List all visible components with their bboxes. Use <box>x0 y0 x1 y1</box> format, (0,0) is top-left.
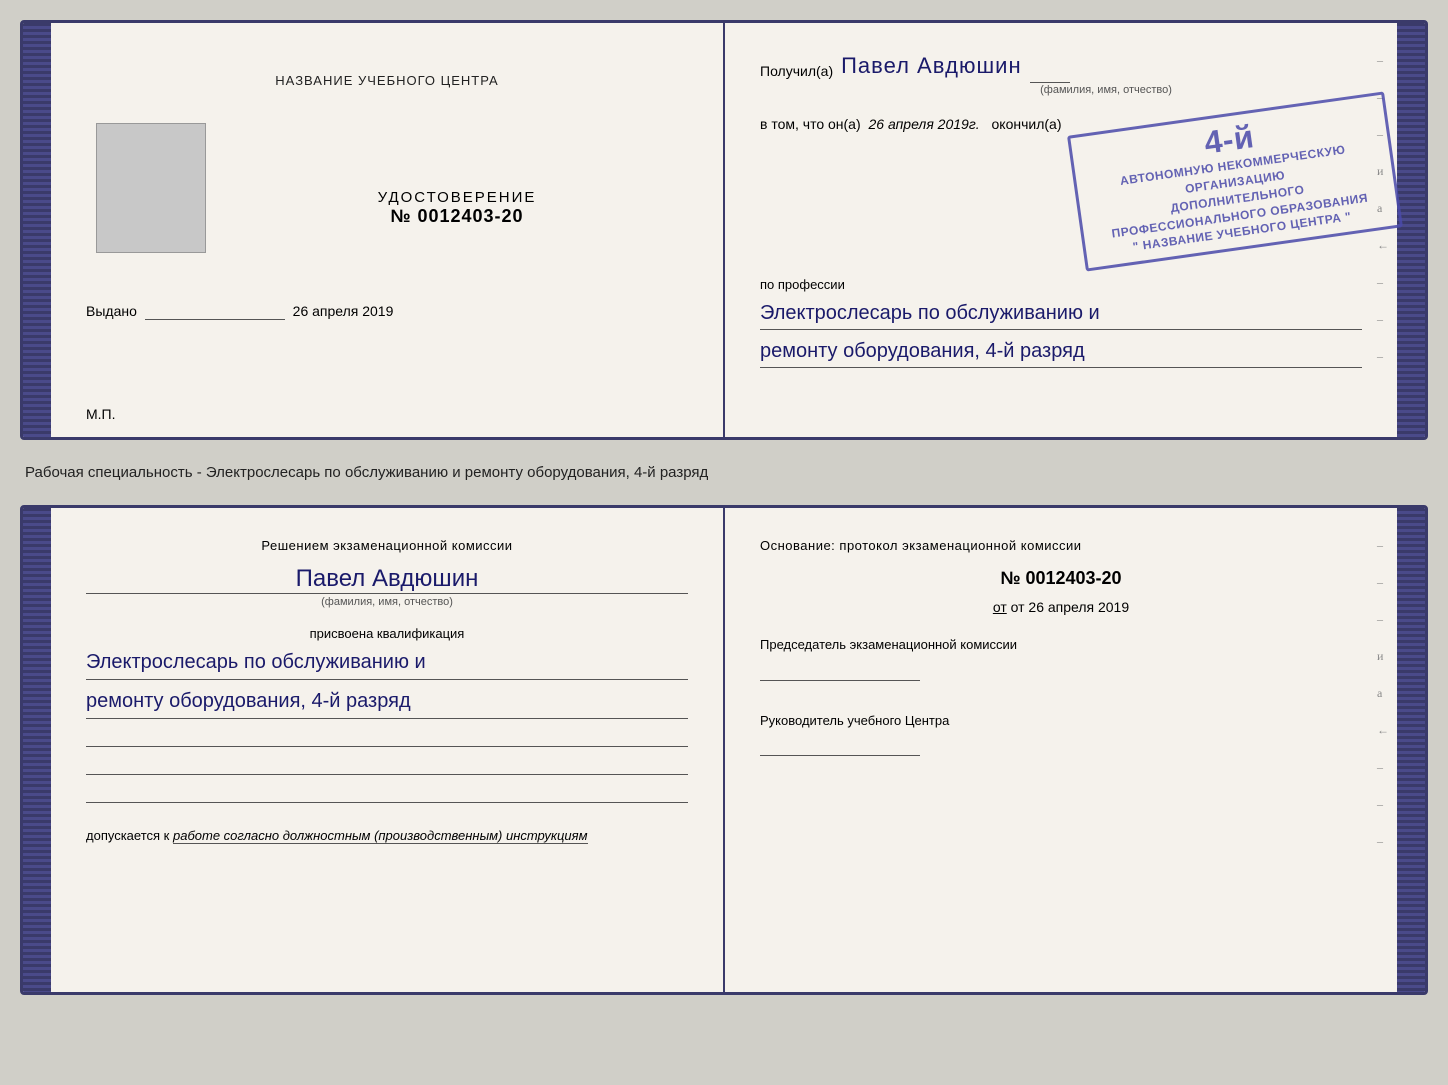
section-title-bottom: Решением экзаменационной комиссии <box>86 538 688 553</box>
qualification-prefix: присвоена квалификация <box>86 626 688 641</box>
chairman-sig-line <box>760 663 920 681</box>
person-name-bottom: Павел Авдюшин <box>86 565 688 594</box>
from-date: от от 26 апреля 2019 <box>760 599 1362 615</box>
photo-placeholder <box>96 123 206 253</box>
person-name-top: Павел Авдюшин <box>841 53 1021 79</box>
fio-label-bottom: (фамилия, имя, отчество) <box>86 596 688 608</box>
page-wrapper: НАЗВАНИЕ УЧЕБНОГО ЦЕНТРА УДОСТОВЕРЕНИЕ №… <box>20 20 1428 995</box>
qualification-line1: Электрослесарь по обслуживанию и <box>86 645 688 680</box>
plain-line-1 <box>86 727 688 747</box>
center-title-top: НАЗВАНИЕ УЧЕБНОГО ЦЕНТРА <box>275 73 498 88</box>
director-label: Руководитель учебного Центра <box>760 711 1362 731</box>
top-document: НАЗВАНИЕ УЧЕБНОГО ЦЕНТРА УДОСТОВЕРЕНИЕ №… <box>20 20 1428 440</box>
issued-date: 26 апреля 2019 <box>293 303 394 319</box>
profession-label: по профессии <box>760 277 1362 292</box>
plain-line-3 <box>86 783 688 803</box>
profession-line1: Электрослесарь по обслуживанию и <box>760 297 1362 330</box>
fio-label-top: (фамилия, имя, отчество) <box>850 84 1362 96</box>
director-sig-line <box>760 738 920 756</box>
допускается-line: допускается к работе согласно должностны… <box>86 828 688 843</box>
допускается-prefix: допускается к <box>86 828 169 843</box>
chairman-block: Председатель экзаменационной комиссии <box>760 635 1362 681</box>
spine-right-bottom <box>1397 508 1425 992</box>
cert-label: УДОСТОВЕРЕНИЕ <box>378 189 537 206</box>
right-dashes-bottom: – – – и а ← – – – <box>1377 538 1389 849</box>
chairman-label: Председатель экзаменационной комиссии <box>760 635 1362 655</box>
bottom-right-page: Основание: протокол экзаменационной коми… <box>725 508 1397 992</box>
top-left-page: НАЗВАНИЕ УЧЕБНОГО ЦЕНТРА УДОСТОВЕРЕНИЕ №… <box>51 23 725 437</box>
допускается-italic: работе согласно должностным (производств… <box>173 828 588 844</box>
cert-number: № 0012403-20 <box>390 206 523 227</box>
profession-line2: ремонту оборудования, 4-й разряд <box>760 335 1362 368</box>
in-that-prefix: в том, что он(а) <box>760 116 861 132</box>
spine-left <box>23 23 51 437</box>
mp-label: М.П. <box>86 406 116 422</box>
spine-left-bottom <box>23 508 51 992</box>
bottom-document: Решением экзаменационной комиссии Павел … <box>20 505 1428 995</box>
received-line: Получил(а) Павел Авдюшин <box>760 53 1362 79</box>
received-prefix: Получил(а) <box>760 63 833 79</box>
finished-label: окончил(а) <box>992 116 1062 132</box>
protocol-number: № 0012403-20 <box>760 568 1362 589</box>
spine-right-top <box>1397 23 1425 437</box>
issued-label: Выдано <box>86 303 137 319</box>
plain-line-2 <box>86 755 688 775</box>
middle-text: Рабочая специальность - Электрослесарь п… <box>20 458 1428 487</box>
top-right-page: 4-й АВТОНОМНУЮ НЕКОММЕРЧЕСКУЮ ОРГАНИЗАЦИ… <box>725 23 1397 437</box>
osnov-title: Основание: протокол экзаменационной коми… <box>760 538 1362 553</box>
qualification-line2: ремонту оборудования, 4-й разряд <box>86 684 688 719</box>
date-text: 26 апреля 2019г. <box>869 116 980 132</box>
bottom-left-page: Решением экзаменационной комиссии Павел … <box>51 508 725 992</box>
director-block: Руководитель учебного Центра <box>760 711 1362 757</box>
